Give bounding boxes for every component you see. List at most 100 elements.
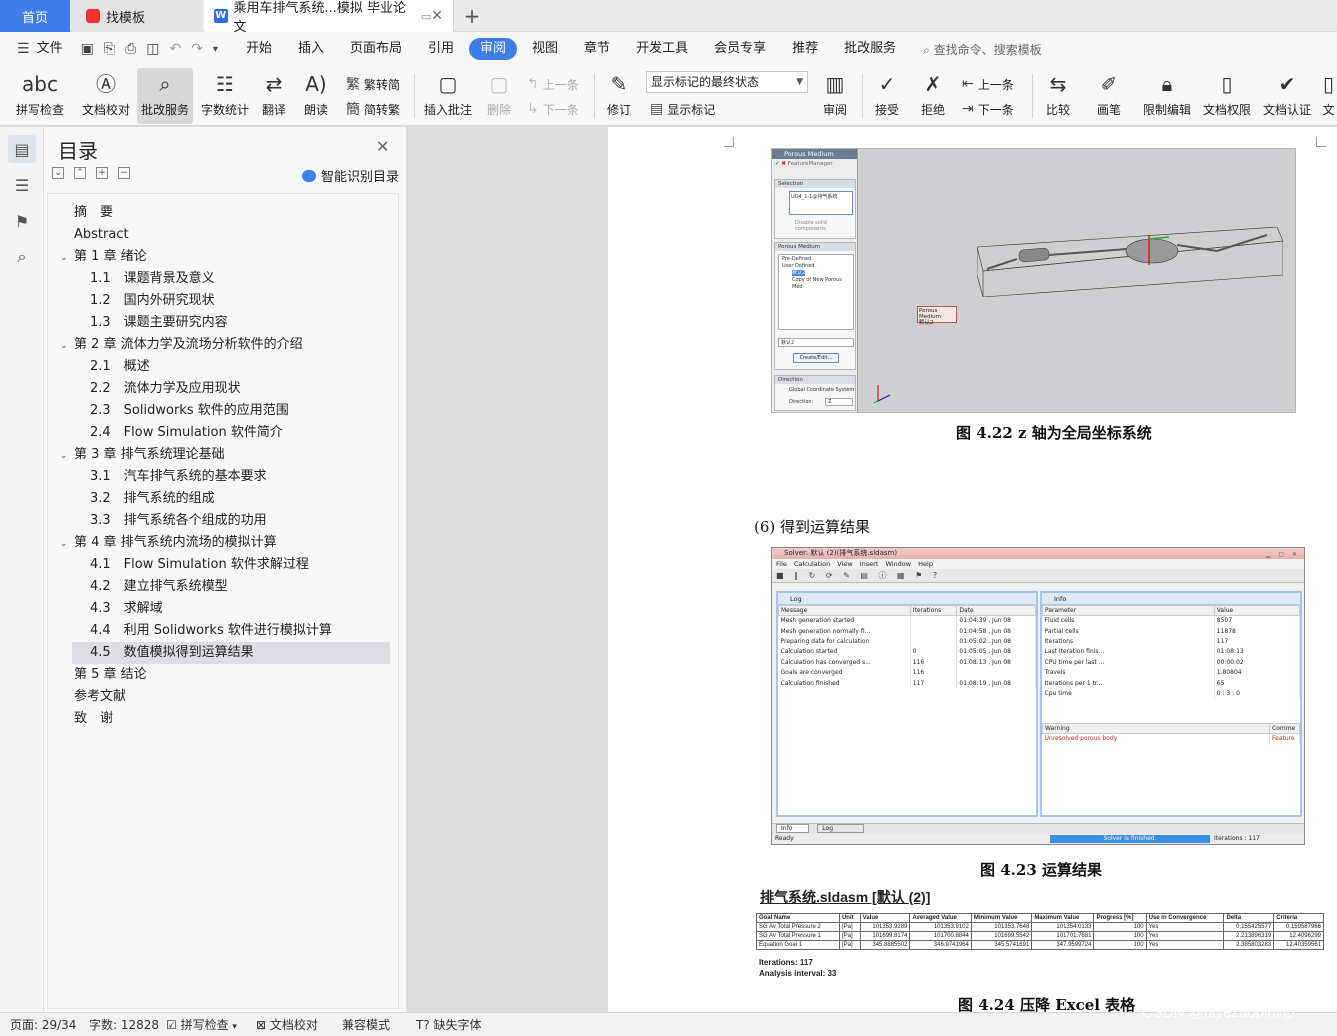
pen-button[interactable]: ✐ 画笔: [1090, 68, 1128, 124]
new-tab-button[interactable]: +: [460, 0, 484, 32]
toc-item[interactable]: 1.3 课题主要研究内容: [72, 312, 390, 334]
toc-panel-icon[interactable]: ▤: [8, 135, 36, 163]
menu-view[interactable]: 视图: [519, 38, 571, 60]
outline-icon[interactable]: ☰: [8, 171, 36, 199]
command-search[interactable]: ⌕ 查找命令、搜索模板: [923, 41, 1042, 58]
compat-mode[interactable]: 兼容模式: [342, 1013, 390, 1036]
undo-icon[interactable]: ↶: [164, 41, 186, 57]
menu-layout[interactable]: 页面布局: [337, 38, 415, 60]
revise-button[interactable]: ✎ 修订: [600, 68, 638, 124]
create-edit-button: Create/Edit...: [793, 353, 839, 363]
toc-item[interactable]: ⌄ 第 3 章 排气系统理论基础: [60, 444, 390, 466]
export-icon[interactable]: ⎘: [99, 41, 120, 57]
markup-state-select[interactable]: 显示标记的最终状态 ▼: [646, 71, 808, 93]
reject-button[interactable]: ✗ 拒绝: [914, 68, 952, 124]
read-aloud-button[interactable]: A) 朗读: [298, 68, 334, 124]
tab-pin-icon[interactable]: ▭: [421, 10, 431, 23]
correct-service-button[interactable]: ⌕ 批改服务: [137, 68, 193, 124]
tab-home[interactable]: 首页: [0, 0, 70, 32]
menu-correct[interactable]: 批改服务: [831, 38, 909, 60]
toc-item[interactable]: Abstract: [74, 224, 404, 246]
toc-item[interactable]: 摘 要: [74, 202, 404, 224]
toc-item[interactable]: 4.2 建立排气系统模型: [72, 576, 390, 598]
delete-comment-button[interactable]: ▢ 删除: [480, 68, 518, 124]
chevron-down-icon[interactable]: ⌄: [60, 335, 74, 357]
trad-to-simp-button[interactable]: 繁繁转简: [346, 74, 400, 94]
toc-item[interactable]: 1.1 课题背景及意义: [72, 268, 390, 290]
toc-item[interactable]: 4.5 数值模拟得到运算结果: [72, 642, 390, 664]
next-comment-button[interactable]: ↳ 下一条: [527, 99, 579, 119]
restrict-edit-button[interactable]: 🔒︎ 限制编辑: [1138, 68, 1196, 124]
status-doc-check[interactable]: ⊠ 文档校对: [256, 1013, 318, 1036]
menu-start[interactable]: 开始: [233, 38, 285, 60]
bookmark-icon[interactable]: ⚑: [8, 207, 36, 235]
toc-item[interactable]: 4.1 Flow Simulation 软件求解过程: [72, 554, 390, 576]
page-indicator[interactable]: 页面: 29/34: [10, 1013, 76, 1036]
toc-item[interactable]: 4.4 利用 Solidworks 软件进行模拟计算: [72, 620, 390, 642]
toc-item[interactable]: 第 5 章 结论: [74, 664, 404, 686]
toc-item[interactable]: 参考文献: [74, 686, 404, 708]
spell-check-button[interactable]: abc 拼写检查: [8, 68, 72, 124]
toc-item[interactable]: 4.3 求解域: [72, 598, 390, 620]
review-pane-button[interactable]: ▥ 审阅: [816, 68, 854, 124]
toc-item[interactable]: 2.4 Flow Simulation 软件简介: [72, 422, 390, 444]
excel-cell: 347.9599724: [1031, 940, 1095, 950]
menu-member[interactable]: 会员专享: [701, 38, 779, 60]
translate-button[interactable]: ⇄ 翻译: [256, 68, 292, 124]
prev-comment-button[interactable]: ↰ 上一条: [527, 74, 579, 94]
word-count[interactable]: 字数: 12828: [89, 1013, 159, 1036]
toc-item[interactable]: 2.2 流体力学及应用现状: [72, 378, 390, 400]
toc-item[interactable]: ⌄ 第 4 章 排气系统内流场的模拟计算: [60, 532, 390, 554]
ribbon-more-button[interactable]: ▯ 文: [1320, 68, 1337, 124]
preview-icon[interactable]: ◫: [141, 41, 164, 57]
prev-change-button[interactable]: ⇤ 上一条: [962, 74, 1014, 94]
expand-all-icon[interactable]: ⌃: [74, 167, 86, 179]
insert-comment-button[interactable]: ▢ 插入批注: [420, 68, 476, 124]
menu-file[interactable]: 文件: [35, 38, 76, 60]
chevron-down-icon[interactable]: ⌄: [60, 445, 74, 467]
show-markup-button[interactable]: ▤ 显示标记: [650, 99, 715, 119]
accept-button[interactable]: ✓ 接受: [868, 68, 906, 124]
redo-icon[interactable]: ↷: [186, 41, 208, 57]
doc-check-button[interactable]: Ⓐ 文档校对: [78, 68, 134, 124]
missing-font[interactable]: T? 缺失字体: [416, 1013, 482, 1036]
menu-section[interactable]: 章节: [571, 38, 623, 60]
toc-item[interactable]: 3.1 汽车排气系统的基本要求: [72, 466, 390, 488]
chevron-down-icon[interactable]: ⌄: [60, 533, 74, 555]
next-change-button[interactable]: ⇥ 下一条: [962, 99, 1014, 119]
remove-heading-icon[interactable]: −: [118, 167, 130, 179]
tab-template[interactable]: 找模板: [72, 0, 202, 32]
toc-item[interactable]: 1.2 国内外研究现状: [72, 290, 390, 312]
word-count-button[interactable]: ☷ 字数统计: [197, 68, 253, 124]
document-page[interactable]: Porous Medium ✔ ✖ FeatureManager Selecti…: [608, 127, 1337, 1014]
menu-reference[interactable]: 引用: [415, 38, 467, 60]
smart-toc-button[interactable]: 智能识别目录: [302, 166, 399, 185]
collapse-all-icon[interactable]: ⌄: [52, 167, 64, 179]
doc-permission-button[interactable]: ▯ 文档权限: [1198, 68, 1256, 124]
hamburger-icon[interactable]: ☰: [12, 41, 35, 57]
toc-item[interactable]: 3.2 排气系统的组成: [72, 488, 390, 510]
toc-item[interactable]: 致 谢: [74, 708, 404, 730]
menu-recommend[interactable]: 推荐: [779, 38, 831, 60]
simp-to-trad-button[interactable]: 簡简转繁: [346, 99, 400, 119]
doc-cert-button[interactable]: ✔ 文档认证: [1258, 68, 1316, 124]
save-icon[interactable]: ▣: [76, 41, 99, 57]
menu-insert[interactable]: 插入: [285, 38, 337, 60]
search-icon[interactable]: ⌕: [8, 243, 36, 271]
toc-item[interactable]: ⌄ 第 1 章 绪论: [60, 246, 390, 268]
status-spell-check[interactable]: ☑ 拼写检查 ▾: [166, 1013, 237, 1036]
tab-close-icon[interactable]: ✕: [431, 8, 443, 24]
customize-icon[interactable]: ▾: [208, 44, 223, 55]
toc-item[interactable]: 2.3 Solidworks 软件的应用范围: [72, 400, 390, 422]
close-icon[interactable]: ✕: [376, 137, 389, 156]
add-heading-icon[interactable]: +: [96, 167, 108, 179]
toc-item[interactable]: 3.3 排气系统各个组成的功用: [72, 510, 390, 532]
print-icon[interactable]: ⎙: [120, 41, 141, 57]
compare-button[interactable]: ⇆ 比较: [1038, 68, 1078, 124]
tab-document[interactable]: W 乘用车排气系统...模拟 毕业论文 ▭ ✕: [204, 0, 454, 35]
chevron-down-icon[interactable]: ⌄: [60, 247, 74, 269]
toc-item[interactable]: 2.1 概述: [72, 356, 390, 378]
menu-review[interactable]: 审阅: [469, 38, 518, 60]
toc-item[interactable]: ⌄ 第 2 章 流体力学及流场分析软件的介绍: [60, 334, 390, 356]
menu-devtools[interactable]: 开发工具: [623, 38, 701, 60]
